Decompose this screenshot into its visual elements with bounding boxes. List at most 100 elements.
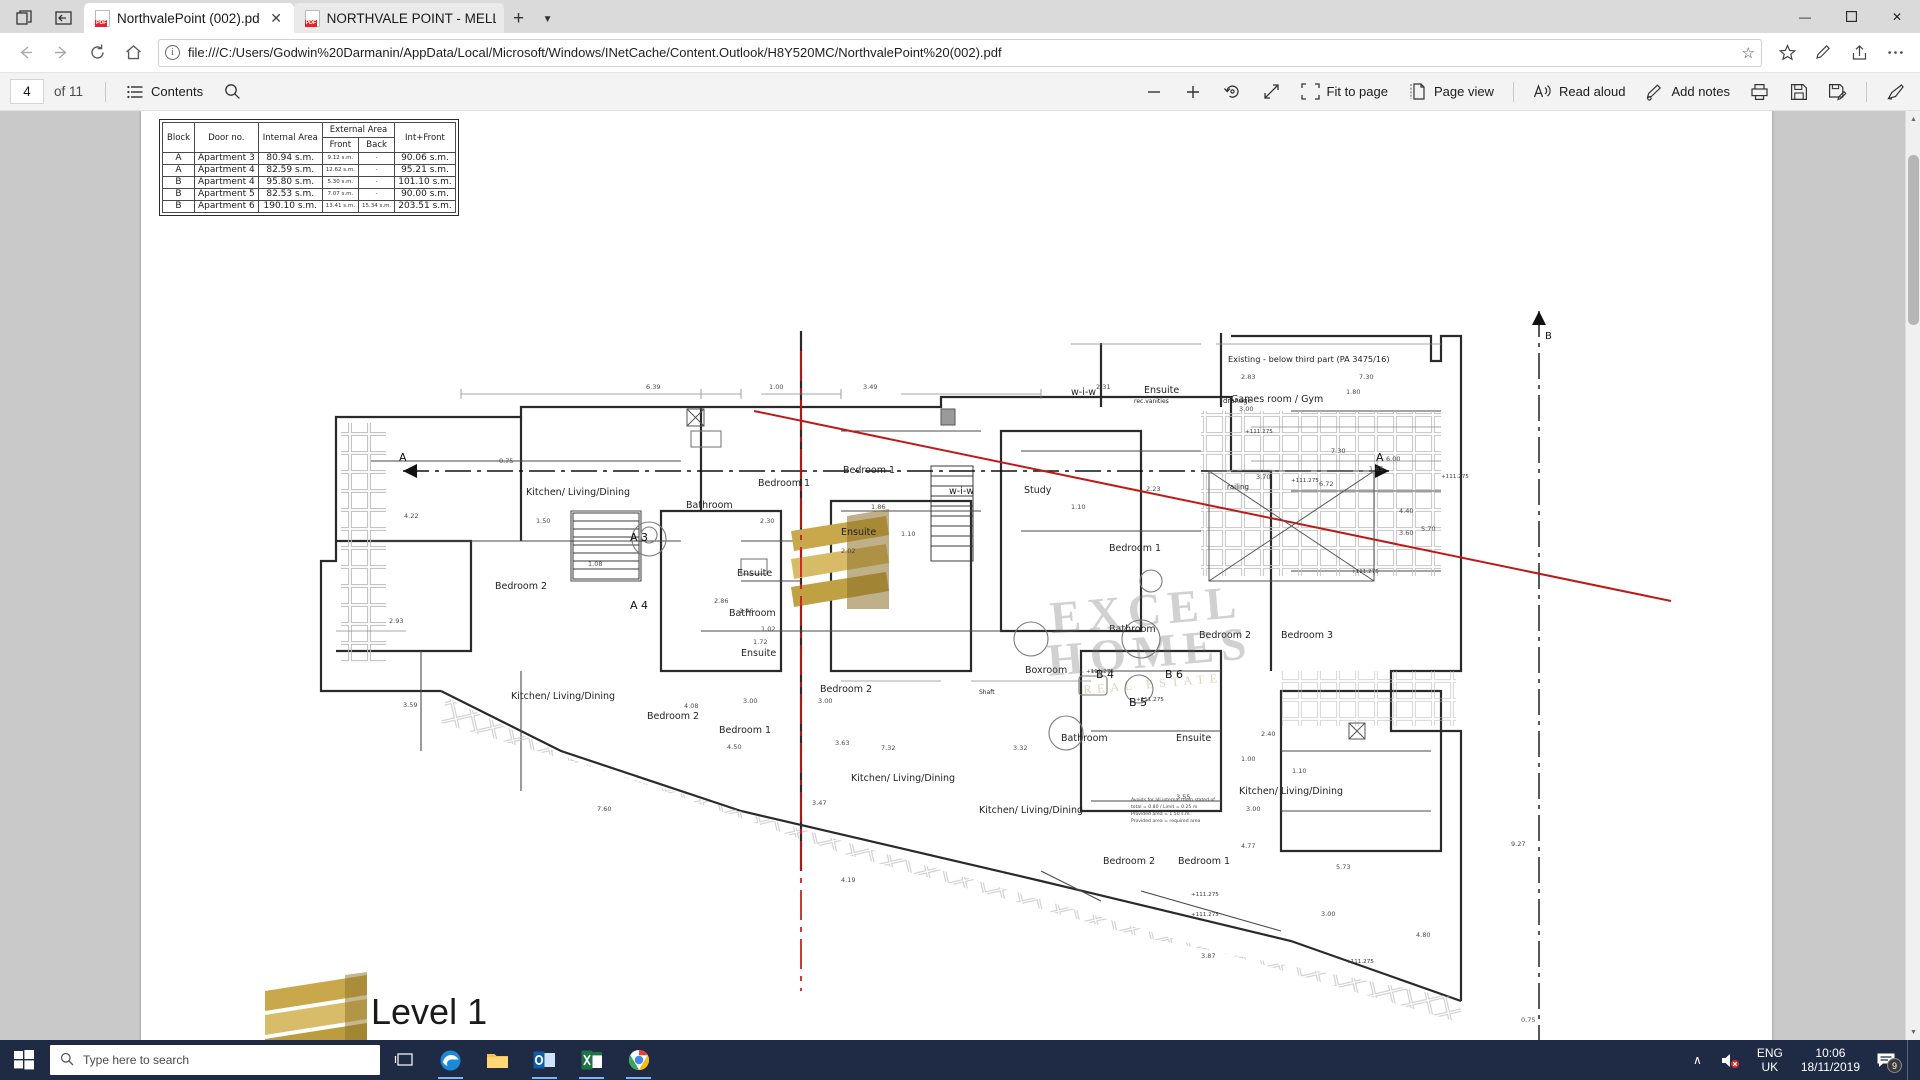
svg-text:2.40: 2.40 [1261, 730, 1275, 738]
notes-pen-icon[interactable] [1806, 37, 1840, 69]
browser-tab-strip: NorthvalePoint (002).pd ✕ NORTHVALE POIN… [0, 0, 1920, 33]
svg-text:2.30: 2.30 [760, 517, 774, 525]
start-button[interactable] [0, 1040, 48, 1080]
edge-taskbar-icon[interactable] [427, 1040, 474, 1080]
svg-text:B 6: B 6 [1165, 668, 1183, 681]
svg-text:Ensuite: Ensuite [1176, 733, 1211, 744]
new-tab-button[interactable]: + [504, 5, 534, 33]
save-button[interactable] [1780, 77, 1817, 107]
volume-muted-icon[interactable] [1711, 1040, 1749, 1080]
show-hidden-icons-button[interactable]: ∧ [1684, 1040, 1711, 1080]
save-icon [1789, 82, 1808, 101]
add-notes-button[interactable]: Add notes [1636, 77, 1739, 107]
zoom-out-button[interactable] [1136, 77, 1173, 107]
more-settings-icon[interactable] [1878, 37, 1912, 69]
zoom-in-button[interactable] [1175, 77, 1212, 107]
language-indicator[interactable]: ENG UK [1749, 1046, 1791, 1074]
svg-text:Kitchen/ Living/Dining: Kitchen/ Living/Dining [1239, 786, 1343, 797]
reload-icon[interactable] [80, 37, 114, 69]
contents-button[interactable]: Contents [116, 77, 212, 107]
fit-to-page-button[interactable]: Fit to page [1292, 77, 1397, 107]
highlight-button[interactable] [1877, 77, 1914, 107]
close-icon[interactable]: ✕ [267, 9, 286, 28]
svg-text:Ensuite: Ensuite [1144, 385, 1179, 396]
rotate-button[interactable] [1214, 77, 1251, 107]
outlook-taskbar-icon[interactable] [521, 1040, 568, 1080]
forward-icon[interactable] [44, 37, 78, 69]
chrome-taskbar-icon[interactable] [615, 1040, 662, 1080]
chevron-down-icon[interactable]: ▼ [534, 5, 562, 33]
address-bar[interactable]: i file:///C:/Users/Godwin%20Darmanin/App… [158, 38, 1762, 67]
svg-text:Ensuite: Ensuite [737, 568, 772, 579]
vertical-scrollbar[interactable]: ▲ ▼ [1905, 111, 1920, 1040]
svg-text:2.83: 2.83 [1241, 373, 1255, 381]
page-number-input[interactable]: 4 [10, 79, 44, 104]
taskbar-search-box[interactable]: Type here to search [50, 1045, 380, 1075]
page-view-button[interactable]: Page view [1399, 77, 1503, 107]
svg-text:1.00: 1.00 [1241, 755, 1255, 763]
svg-text:Bedroom 2: Bedroom 2 [647, 711, 699, 722]
svg-text:4.77: 4.77 [1241, 842, 1255, 850]
share-icon[interactable] [1842, 37, 1876, 69]
contents-icon [125, 82, 144, 101]
file-explorer-taskbar-icon[interactable] [474, 1040, 521, 1080]
maximize-button[interactable] [1828, 0, 1874, 33]
save-as-button[interactable] [1819, 77, 1856, 107]
clock-time: 10:06 [1815, 1046, 1846, 1060]
home-icon[interactable] [116, 37, 150, 69]
svg-text:1.10: 1.10 [1071, 503, 1085, 511]
tab-actions-icon[interactable] [4, 3, 44, 33]
show-desktop-button[interactable] [1907, 1040, 1914, 1080]
scroll-up-arrow[interactable]: ▲ [1906, 111, 1920, 127]
fit-width-button[interactable] [1253, 77, 1290, 107]
pdf-toolbar: 4 of 11 Contents Fit to page Page view R… [0, 73, 1920, 111]
svg-text:1.46: 1.46 [739, 607, 753, 615]
svg-text:railing: railing [1227, 483, 1249, 491]
svg-text:Bathroom: Bathroom [686, 500, 733, 511]
svg-text:+111.275: +111.275 [1191, 892, 1219, 898]
minimize-button[interactable]: — [1782, 0, 1828, 33]
svg-text:5.70: 5.70 [1421, 525, 1435, 533]
svg-text:Bedroom 3: Bedroom 3 [1281, 630, 1333, 641]
search-icon [223, 82, 242, 101]
svg-text:3.49: 3.49 [863, 383, 877, 391]
drawing-title: Level 1 [371, 991, 488, 1032]
browser-tab-1[interactable]: NORTHVALE POINT - MELLI [293, 3, 504, 33]
search-button[interactable] [214, 77, 251, 107]
highlight-icon [1886, 82, 1905, 101]
back-icon[interactable] [8, 37, 42, 69]
fit-to-page-label: Fit to page [1326, 84, 1388, 99]
browser-tab-0-title: NorthvalePoint (002).pd [117, 10, 260, 26]
task-view-icon[interactable] [380, 1040, 427, 1080]
set-aside-tabs-icon[interactable] [44, 3, 84, 33]
scroll-down-arrow[interactable]: ▼ [1906, 1024, 1920, 1040]
browser-tab-0[interactable]: NorthvalePoint (002).pd ✕ [84, 3, 294, 33]
svg-text:3.70: 3.70 [1256, 473, 1270, 481]
divider [105, 81, 107, 102]
pdf-viewport[interactable]: Block Door no. Internal Area External Ar… [0, 111, 1920, 1040]
svg-text:Bedroom 1: Bedroom 1 [1109, 543, 1161, 554]
favorites-icon[interactable] [1770, 37, 1804, 69]
read-aloud-button[interactable]: Read aloud [1524, 77, 1635, 107]
window-controls: — ✕ [1782, 0, 1920, 33]
svg-text:Shaft: Shaft [979, 689, 995, 696]
fit-to-page-icon [1300, 82, 1320, 101]
address-bar-url[interactable]: file:///C:/Users/Godwin%20Darmanin/AppDa… [188, 45, 1734, 60]
scrollbar-thumb[interactable] [1908, 155, 1919, 325]
svg-text:Bathroom: Bathroom [1109, 624, 1156, 635]
notifications-button[interactable]: 9 [1870, 1040, 1907, 1080]
print-button[interactable] [1741, 77, 1778, 107]
existing-area-note: Existing - below third part (PA 3475/16) [1228, 354, 1390, 364]
svg-text:Bedroom 2: Bedroom 2 [495, 581, 547, 592]
svg-text:w-i-w: w-i-w [949, 486, 974, 497]
svg-text:Kitchen/ Living/Dining: Kitchen/ Living/Dining [979, 805, 1083, 816]
browser-tab-1-title: NORTHVALE POINT - MELLI [326, 10, 496, 26]
svg-text:+111.275: +111.275 [1191, 912, 1219, 918]
close-window-button[interactable]: ✕ [1874, 0, 1920, 33]
favorite-star-icon[interactable]: ☆ [1742, 44, 1755, 62]
site-info-icon[interactable]: i [165, 45, 180, 60]
save-as-icon [1828, 82, 1847, 101]
terrace-hatching [341, 411, 1461, 1023]
excel-taskbar-icon[interactable] [568, 1040, 615, 1080]
clock[interactable]: 10:06 18/11/2019 [1791, 1046, 1870, 1074]
